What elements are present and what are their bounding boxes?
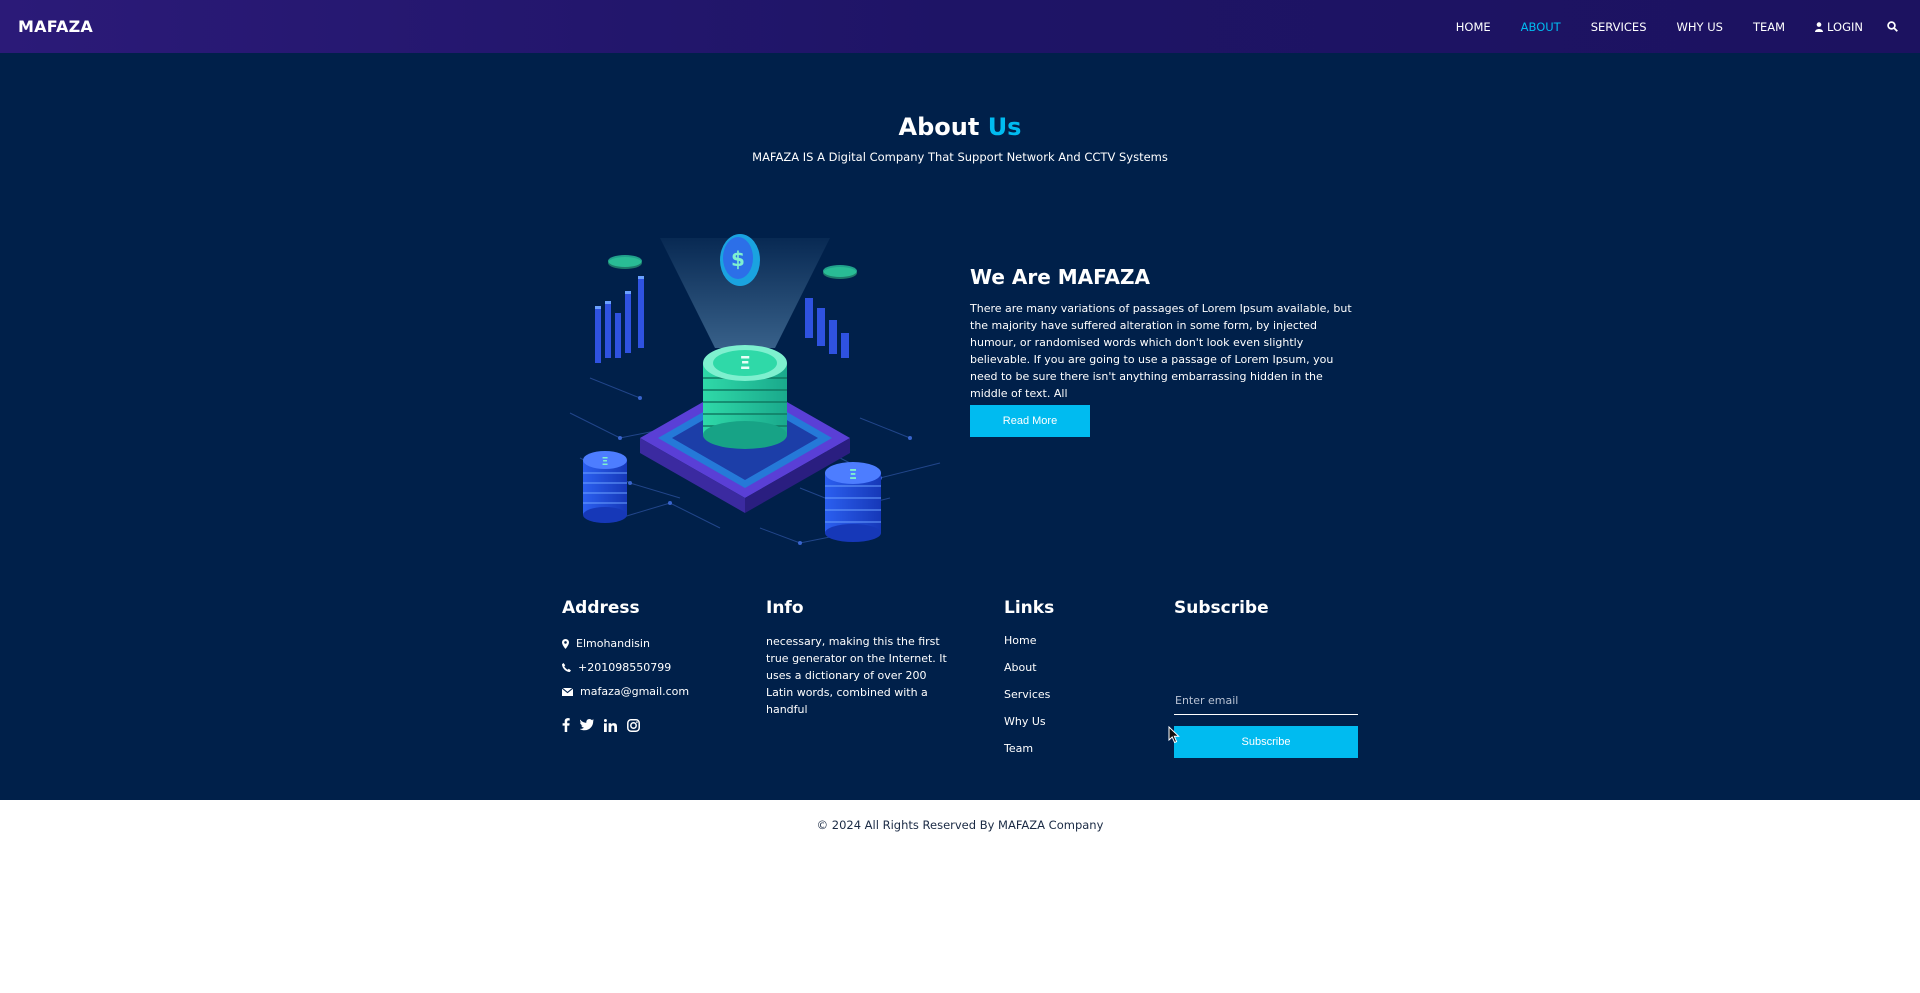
about-heading: About Us [0,113,1920,141]
links-title: Links [1004,598,1055,618]
address-email-text: mafaza@gmail.com [580,685,690,698]
mouse-cursor-icon [1168,726,1180,744]
footer-link-services[interactable]: Services [1004,688,1050,701]
address-title: Address [562,598,640,618]
nav-why-us[interactable]: WHY US [1677,20,1723,34]
footer-link-team[interactable]: Team [1004,742,1033,755]
top-navbar: MAFAZA HOME ABOUT SERVICES WHY US TEAM L… [0,0,1920,53]
brand-logo[interactable]: MAFAZA [18,17,93,36]
subscribe-title: Subscribe [1174,598,1269,618]
envelope-icon [562,687,573,696]
nav-home[interactable]: HOME [1456,20,1491,34]
nav-login[interactable]: LOGIN [1815,20,1863,34]
footer-link-home[interactable]: Home [1004,634,1036,647]
instagram-icon[interactable] [627,718,640,732]
phone-icon [562,663,571,672]
about-subtitle: MAFAZA IS A Digital Company That Support… [752,150,1168,164]
main-nav: HOME ABOUT SERVICES WHY US TEAM LOGIN [1426,0,1902,53]
search-icon [1887,21,1898,32]
twitter-icon[interactable] [580,719,594,731]
email-field[interactable] [1174,686,1358,715]
social-links [562,718,640,732]
info-title: Info [766,598,804,618]
footer-link-about[interactable]: About [1004,661,1037,674]
address-location: Elmohandisin [562,637,650,650]
address-email: mafaza@gmail.com [562,685,689,698]
crypto-illustration: Ξ $ Ξ Ξ [569,234,941,545]
info-text: necessary, making this the first true ge… [766,635,947,716]
section-heading: We Are MAFAZA [970,265,1150,289]
address-phone: +201098550799 [562,661,671,674]
about-heading-accent: Us [987,113,1022,141]
nav-services[interactable]: SERVICES [1591,20,1647,34]
linkedin-icon[interactable] [604,718,617,732]
nav-login-label: LOGIN [1827,19,1863,34]
svg-text:Ξ: Ξ [849,468,857,483]
nav-team[interactable]: TEAM [1753,20,1785,34]
read-more-button[interactable]: Read More [970,405,1090,437]
copyright-text: © 2024 All Rights Reserved By MAFAZA Com… [816,818,1104,832]
section-body: There are many variations of passages of… [970,302,1352,400]
search-button[interactable] [1887,21,1898,32]
address-phone-text: +201098550799 [578,661,672,674]
svg-text:Ξ: Ξ [739,353,750,374]
about-heading-main: About [898,113,980,141]
subscribe-button[interactable]: Subscribe [1174,726,1358,758]
svg-text:Ξ: Ξ [602,455,609,468]
svg-text:$: $ [731,247,745,271]
address-location-text: Elmohandisin [576,637,650,650]
about-section: About Us MAFAZA IS A Digital Company Tha… [0,53,1920,800]
footer-link-why-us[interactable]: Why Us [1004,715,1046,728]
map-marker-icon [562,638,569,649]
nav-about[interactable]: ABOUT [1521,20,1561,34]
user-icon [1815,21,1824,32]
facebook-icon[interactable] [562,718,570,732]
